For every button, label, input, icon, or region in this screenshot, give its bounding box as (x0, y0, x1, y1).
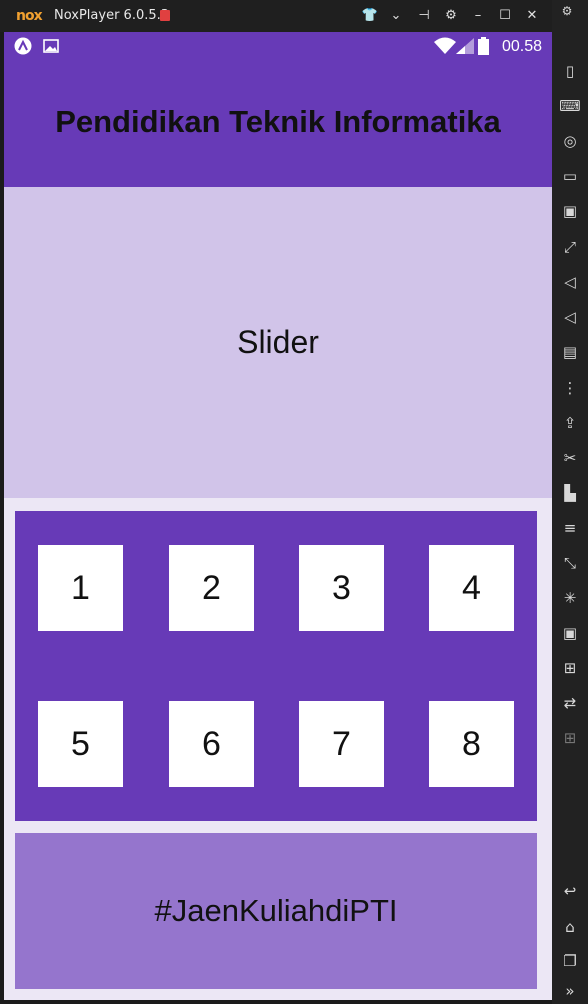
video-icon[interactable]: ▣ (559, 622, 581, 644)
phone-icon[interactable]: ▯ (559, 60, 581, 82)
settings-corner-icon[interactable]: ⚙ (556, 0, 578, 22)
emulator-sidebar: ⚙ ▯ ⌨ ◎ ▭ ▣ ⤢ ◁ ◁ ▤ ⋮ ⇪ ✂ ▙ ≡ ⤡ ✳ ▣ ⊞ ⇄ … (552, 0, 588, 1004)
add-icon[interactable]: ⊞ (559, 727, 581, 749)
volume-down-icon[interactable]: ◁ (559, 306, 581, 328)
grid-tile-4[interactable]: 4 (429, 545, 514, 631)
grid-tile-6[interactable]: 6 (169, 701, 254, 787)
toolbox-icon[interactable]: ▤ (559, 341, 581, 363)
close-icon[interactable]: ✕ (522, 6, 542, 26)
menu-icon[interactable]: ≡ (559, 517, 581, 539)
maximize-icon[interactable]: ☐ (495, 6, 515, 26)
footer-hashtag: #JaenKuliahdiPTI (154, 893, 398, 928)
sync-icon[interactable]: ⇄ (559, 692, 581, 714)
scissors-icon[interactable]: ✂ (559, 447, 581, 469)
grid-tile-8[interactable]: 8 (429, 701, 514, 787)
app-bar: Pendidikan Teknik Informatika (4, 62, 552, 187)
volume-up-icon[interactable]: ◁ (559, 271, 581, 293)
footer-banner: #JaenKuliahdiPTI (15, 833, 537, 989)
minimize-icon[interactable]: – (468, 6, 488, 26)
home-icon[interactable]: ⌂ (559, 916, 581, 938)
menu-grid: 1 2 3 4 5 6 7 8 (15, 511, 537, 821)
pin-icon[interactable]: ⊣ (414, 6, 434, 26)
loading-icon[interactable]: ✳ (559, 587, 581, 609)
slider-banner[interactable]: Slider (4, 187, 552, 498)
emulator-title-bar: nox NoxPlayer 6.0.5.3 👕 ⌄ ⊣ ⚙ – ☐ ✕ (0, 0, 552, 32)
device-screen: 00.58 Pendidikan Teknik Informatika Slid… (4, 32, 552, 1000)
battery-icon (478, 37, 489, 60)
shake-icon[interactable]: ⋮ (559, 377, 581, 399)
app-notification-icon (14, 37, 32, 55)
status-bar: 00.58 (4, 32, 552, 62)
grid-tile-7[interactable]: 7 (299, 701, 384, 787)
grid-tile-5[interactable]: 5 (38, 701, 123, 787)
nox-logo: nox (16, 8, 43, 24)
recents-icon[interactable]: ❐ (559, 950, 581, 972)
status-time: 00.58 (501, 38, 542, 55)
page-title: Pendidikan Teknik Informatika (55, 104, 501, 139)
signal-icon (456, 38, 474, 59)
window-title: NoxPlayer 6.0.5.3 (54, 8, 170, 23)
apk-icon[interactable]: ⇪ (559, 412, 581, 434)
wifi-icon (434, 37, 456, 60)
expand-icon[interactable]: » (559, 980, 581, 1002)
resize-icon[interactable]: ⤡ (559, 552, 581, 574)
fullscreen-icon[interactable]: ⤢ (559, 236, 581, 258)
keyboard-icon[interactable]: ⌨ (559, 95, 581, 117)
grid-tile-2[interactable]: 2 (169, 545, 254, 631)
screenshot-icon[interactable]: ▣ (559, 200, 581, 222)
back-icon[interactable]: ↩ (559, 880, 581, 902)
gamepad-icon[interactable]: ⊞ (559, 657, 581, 679)
shirt-icon[interactable]: 👕 (360, 6, 380, 26)
screen-icon[interactable]: ▭ (559, 165, 581, 187)
grid-tile-1[interactable]: 1 (38, 545, 123, 631)
chevron-down-icon[interactable]: ⌄ (386, 6, 406, 26)
slider-label: Slider (237, 324, 319, 360)
location-icon[interactable]: ◎ (559, 130, 581, 152)
grid-tile-3[interactable]: 3 (299, 545, 384, 631)
image-notification-icon (42, 37, 60, 55)
warning-icon[interactable] (160, 10, 170, 21)
multi-instance-icon[interactable]: ▙ (559, 482, 581, 504)
gear-icon[interactable]: ⚙ (441, 6, 461, 26)
